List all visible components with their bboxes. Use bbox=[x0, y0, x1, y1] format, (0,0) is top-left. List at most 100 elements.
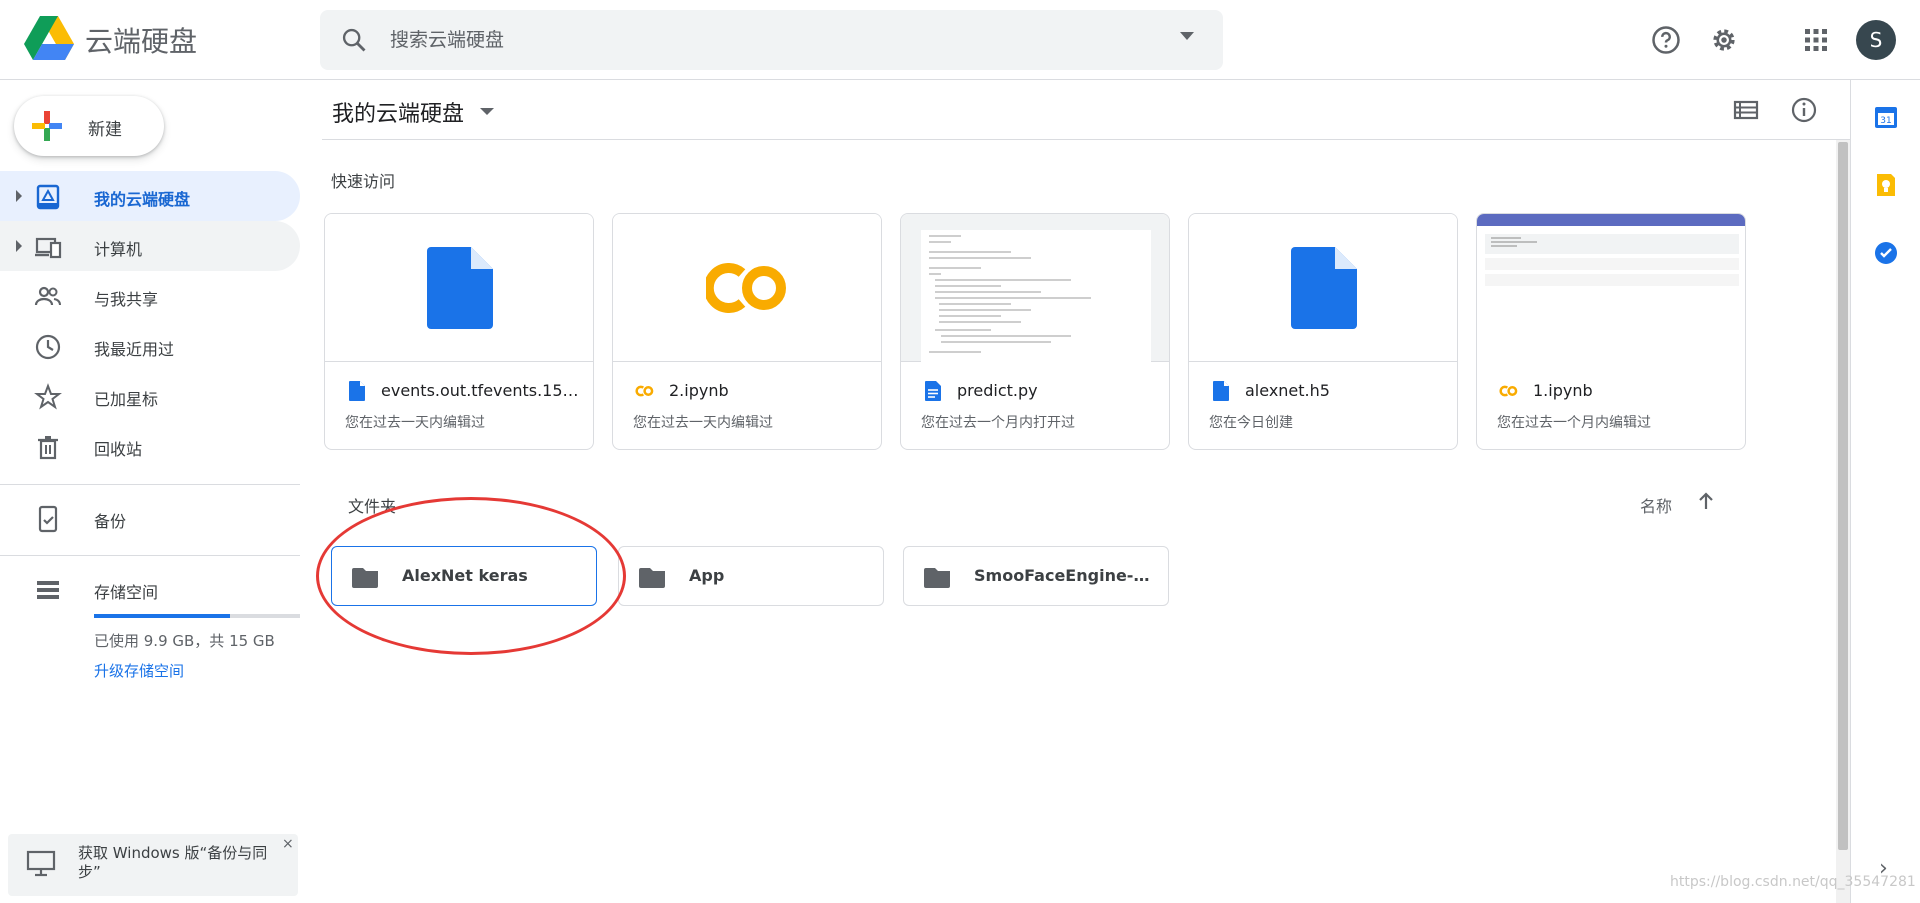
file-icon bbox=[1213, 381, 1229, 401]
help-button[interactable] bbox=[1644, 18, 1688, 62]
storage-icon bbox=[37, 581, 59, 599]
storage-progress-bar bbox=[94, 614, 300, 618]
tasks-icon[interactable] bbox=[1873, 240, 1899, 266]
sidebar-divider bbox=[0, 555, 300, 556]
expand-arrow-icon[interactable] bbox=[16, 190, 22, 202]
apps-button[interactable] bbox=[1794, 18, 1838, 62]
sidebar-item-label: 计算机 bbox=[94, 240, 143, 259]
sidebar-item-trash[interactable]: 回收站 bbox=[0, 421, 300, 471]
folder-icon bbox=[639, 568, 665, 588]
watermark: https://blog.csdn.net/qq_35547281 bbox=[1670, 874, 1916, 890]
desktop-icon bbox=[26, 850, 56, 877]
computers-icon bbox=[35, 237, 62, 259]
avatar[interactable]: S bbox=[1856, 20, 1896, 60]
folder-name: App bbox=[689, 566, 725, 585]
annotation-circle bbox=[316, 497, 626, 655]
folder-icon bbox=[924, 568, 950, 588]
card-subtitle: 您在过去一个月内打开过 bbox=[921, 415, 1075, 431]
arrow-up-icon[interactable] bbox=[1695, 490, 1717, 512]
search-options-icon[interactable] bbox=[1180, 32, 1194, 40]
plus-icon bbox=[32, 111, 62, 141]
sidebar-item-starred[interactable]: 已加星标 bbox=[0, 371, 300, 421]
sidebar-item-recent[interactable]: 我最近用过 bbox=[0, 321, 300, 371]
upgrade-storage-link[interactable]: 升级存储空间 bbox=[94, 660, 184, 681]
card-file-name: 2.ipynb bbox=[669, 381, 729, 400]
keep-icon[interactable] bbox=[1873, 172, 1899, 198]
sidebar-item-label: 存储空间 bbox=[94, 583, 159, 602]
card-subtitle: 您在过去一个月内编辑过 bbox=[1497, 415, 1651, 431]
search-bar[interactable] bbox=[320, 10, 1223, 70]
folder-item[interactable]: App bbox=[618, 546, 884, 606]
chevron-down-icon[interactable] bbox=[480, 108, 494, 115]
trash-icon bbox=[38, 436, 58, 460]
quick-access-card[interactable]: 2.ipynb 您在过去一天内编辑过 bbox=[612, 213, 882, 450]
side-panel: 31 › bbox=[1850, 80, 1920, 903]
scrollbar-thumb[interactable] bbox=[1838, 142, 1848, 850]
sidebar-item-label: 我的云端硬盘 bbox=[94, 190, 191, 209]
notebook-preview-icon bbox=[1477, 214, 1745, 362]
storage-progress-fill bbox=[94, 614, 230, 618]
expand-arrow-icon[interactable] bbox=[16, 240, 22, 252]
sidebar-item-my-drive[interactable]: 我的云端硬盘 bbox=[0, 171, 300, 221]
quick-access-card[interactable]: alexnet.h5 您在今日创建 bbox=[1188, 213, 1458, 450]
code-preview-icon bbox=[921, 230, 1151, 362]
help-icon bbox=[1652, 26, 1680, 54]
apps-grid-icon bbox=[1805, 29, 1827, 51]
folder-item[interactable]: SmooFaceEngine-mast... bbox=[903, 546, 1169, 606]
quick-access-title: 快速访问 bbox=[331, 172, 396, 191]
new-button[interactable]: 新建 bbox=[14, 96, 164, 156]
file-thumbnail bbox=[1477, 214, 1745, 362]
file-thumbnail bbox=[613, 214, 881, 362]
gear-icon bbox=[1713, 29, 1735, 51]
shared-icon bbox=[34, 286, 61, 306]
list-view-icon[interactable] bbox=[1730, 94, 1762, 126]
file-icon bbox=[427, 246, 493, 329]
drive-logo-icon[interactable] bbox=[24, 16, 74, 62]
file-icon bbox=[349, 381, 365, 401]
svg-text:31: 31 bbox=[1880, 116, 1891, 126]
card-file-name: 1.ipynb bbox=[1533, 381, 1593, 400]
breadcrumb[interactable]: 我的云端硬盘 bbox=[332, 96, 464, 128]
promo-text: 获取 Windows 版“备份与同步” bbox=[78, 844, 268, 881]
star-icon bbox=[34, 383, 62, 410]
card-subtitle: 您在过去一天内编辑过 bbox=[633, 415, 773, 431]
settings-button[interactable] bbox=[1702, 18, 1746, 62]
card-file-name: alexnet.h5 bbox=[1245, 381, 1330, 400]
app-title: 云端硬盘 bbox=[85, 25, 198, 58]
sidebar-item-computers[interactable]: 计算机 bbox=[0, 221, 300, 271]
my-drive-icon bbox=[36, 184, 60, 210]
quick-access-card[interactable]: events.out.tfevents.1563... 您在过去一天内编辑过 bbox=[324, 213, 594, 450]
sidebar-item-label: 备份 bbox=[94, 512, 127, 531]
search-icon[interactable] bbox=[340, 26, 368, 54]
card-file-name: predict.py bbox=[957, 381, 1038, 400]
file-thumbnail bbox=[1189, 214, 1457, 362]
calendar-icon[interactable]: 31 bbox=[1873, 104, 1899, 130]
colab-icon bbox=[1499, 385, 1518, 397]
card-subtitle: 您在过去一天内编辑过 bbox=[345, 415, 485, 431]
sidebar-item-storage[interactable]: 存储空间 bbox=[0, 564, 300, 614]
storage-usage-text: 已使用 9.9 GB，共 15 GB bbox=[94, 632, 275, 650]
top-bar: 云端硬盘 S bbox=[0, 0, 1920, 80]
folder-name: SmooFaceEngine-mast... bbox=[974, 566, 1154, 585]
sidebar-item-label: 我最近用过 bbox=[94, 340, 175, 359]
file-thumbnail bbox=[325, 214, 593, 362]
info-icon[interactable] bbox=[1788, 94, 1820, 126]
colab-icon bbox=[635, 385, 654, 397]
sort-by-name-button[interactable]: 名称 bbox=[1640, 493, 1672, 517]
close-icon[interactable]: × bbox=[282, 836, 294, 852]
main-toolbar: 我的云端硬盘 bbox=[322, 80, 1850, 140]
backup-sync-promo[interactable]: 获取 Windows 版“备份与同步” × bbox=[8, 834, 298, 896]
document-icon bbox=[925, 381, 941, 401]
quick-access-card[interactable]: 1.ipynb 您在过去一个月内编辑过 bbox=[1476, 213, 1746, 450]
card-file-name: events.out.tfevents.1563... bbox=[381, 381, 581, 400]
search-input[interactable] bbox=[390, 22, 1150, 58]
new-button-label: 新建 bbox=[88, 120, 122, 140]
sidebar-item-backup[interactable]: 备份 bbox=[0, 493, 300, 543]
quick-access-card[interactable]: predict.py 您在过去一个月内打开过 bbox=[900, 213, 1170, 450]
sidebar-item-label: 已加星标 bbox=[94, 390, 159, 409]
card-subtitle: 您在今日创建 bbox=[1209, 415, 1293, 431]
sidebar-item-shared[interactable]: 与我共享 bbox=[0, 271, 300, 321]
recent-icon bbox=[35, 334, 61, 360]
colab-logo-icon bbox=[706, 262, 786, 313]
file-thumbnail bbox=[901, 214, 1169, 362]
